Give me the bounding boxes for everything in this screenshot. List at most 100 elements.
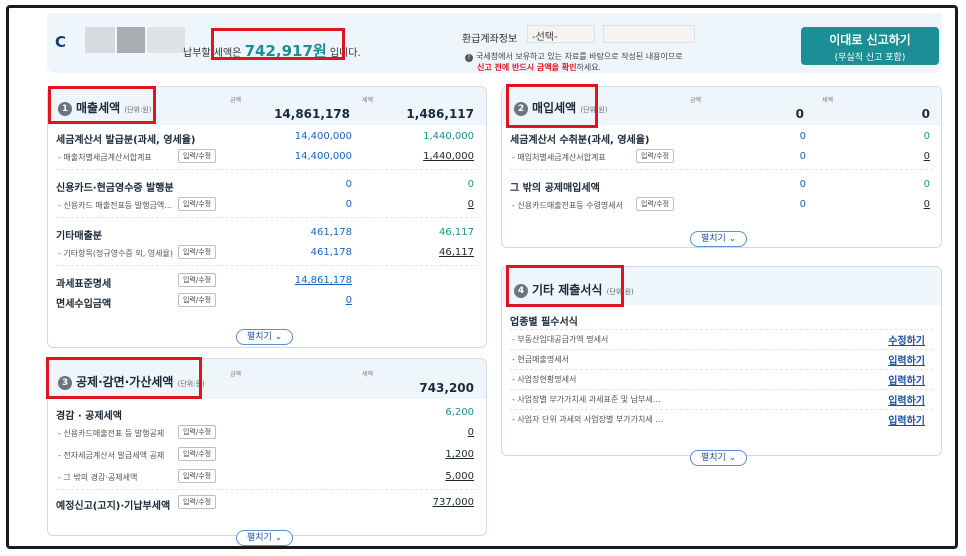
list-item: - 부동산임대공급가액 명세서 수정하기 <box>510 331 933 347</box>
form-input-link[interactable]: 입력하기 <box>888 412 925 427</box>
section-row: 업종별 필수서식 <box>510 311 933 328</box>
form-label: - 부동산임대공급가액 명세서 <box>512 335 609 344</box>
row-tax-link[interactable]: 46,117 <box>374 247 474 258</box>
edit-button[interactable]: 입력/수정 <box>178 425 217 439</box>
row-label: 세금계산서 수취분(과세, 영세율) <box>510 135 650 146</box>
row-amount-link[interactable]: 0 <box>252 295 352 306</box>
sales-total-amount: 14,861,178 <box>274 107 350 121</box>
chevron-down-icon: ⌄ <box>274 332 283 342</box>
list-item: - 사업자 단위 과세의 사업장별 부가가치세 … 입력하기 <box>510 411 933 427</box>
row-amount-link[interactable]: 14,861,178 <box>252 275 352 286</box>
row-tax-link[interactable]: 0 <box>374 199 474 210</box>
row-amount: 0 <box>345 179 352 190</box>
row-amount: 0 <box>799 179 806 190</box>
row-amount: 0 <box>799 131 806 142</box>
expand-button[interactable]: 펼치기 ⌄ <box>690 450 748 466</box>
form-input-link[interactable]: 입력하기 <box>888 372 925 387</box>
summary-bar: C 납부할 세액은 742,917원 입니다. 환급계좌정보 -선택- ! 국세청… <box>47 13 942 73</box>
purchase-tax-panel: 2 매입세액 (단위:원) 금액 세액 0 0 세금계산서 수취분(과세, 영세율… <box>501 84 942 248</box>
row-tax-link[interactable]: 0 <box>830 151 930 162</box>
info-icon: ! <box>465 54 473 62</box>
divider <box>56 265 478 266</box>
expand-button[interactable]: 펼치기 ⌄ <box>236 329 294 345</box>
table-row: 예정신고(고지)·기납부세액 입력/수정 737,000 <box>56 495 478 512</box>
row-label: - 그 밖의 경감·공제세액 <box>58 473 138 482</box>
divider <box>510 389 933 390</box>
edit-button[interactable]: 입력/수정 <box>178 197 217 211</box>
chevron-down-icon: ⌄ <box>728 453 737 463</box>
form-label: - 사업장별 부가가치세 과세표준 및 납부세… <box>512 395 661 404</box>
form-input-link[interactable]: 입력하기 <box>888 352 925 367</box>
row-tax-link[interactable]: 5,000 <box>374 471 474 482</box>
row-amount: 14,400,000 <box>294 131 352 142</box>
edit-button[interactable]: 입력/수정 <box>178 495 217 509</box>
refund-account-select[interactable]: -선택- <box>527 25 595 43</box>
deduction-total-tax: 743,200 <box>419 381 474 395</box>
table-row: 그 밖의 공제매입세액 0 0 <box>510 177 933 194</box>
row-label: 신용카드·현금영수증 발행분 <box>56 183 174 194</box>
row-tax-link[interactable]: 1,200 <box>374 449 474 460</box>
highlight-box <box>211 28 345 60</box>
deduction-panel: 3 공제·감면·가산세액 (단위:원) 금액 세액 743,200 경감 · 공제… <box>46 357 487 546</box>
expand-label: 펼치기 <box>701 234 726 244</box>
divider <box>510 349 933 350</box>
tax-caption: 세액 <box>362 97 374 104</box>
file-report-sublabel: (무실적 신고 포함) <box>834 53 906 63</box>
row-amount: 461,178 <box>310 247 352 258</box>
row-amount: 14,400,000 <box>294 151 352 162</box>
row-amount: 0 <box>799 199 806 210</box>
divider <box>510 369 933 370</box>
edit-button[interactable]: 입력/수정 <box>178 447 217 461</box>
divider <box>56 489 478 490</box>
amount-caption: 금액 <box>690 97 702 104</box>
expand-button[interactable]: 펼치기 ⌄ <box>690 231 748 247</box>
row-tax-link[interactable]: 737,000 <box>374 497 474 508</box>
row-label: 세금계산서 발급분(과세, 영세율) <box>56 135 196 146</box>
edit-button[interactable]: 입력/수정 <box>636 149 675 163</box>
form-edit-link[interactable]: 수정하기 <box>888 332 925 347</box>
edit-button[interactable]: 입력/수정 <box>178 293 217 307</box>
table-row: - 신용카드매출전표 등 발행공제 입력/수정 0 <box>56 425 478 441</box>
row-tax-link[interactable]: 0 <box>374 427 474 438</box>
tax-caption: 세액 <box>362 371 374 378</box>
form-label: - 현금매출명세서 <box>512 355 569 364</box>
row-label: - 신용카드매출전표등 수령명세서 <box>512 201 624 210</box>
purchase-total-amount: 0 <box>795 107 804 121</box>
row-tax-link[interactable]: 0 <box>830 199 930 210</box>
highlight-box <box>48 86 156 124</box>
highlight-box <box>506 84 598 128</box>
company-logo: C <box>55 33 67 51</box>
edit-button[interactable]: 입력/수정 <box>178 273 217 287</box>
table-row: - 신용카드매출전표등 수령명세서 입력/수정 0 0 <box>510 197 933 213</box>
refund-account-label: 환급계좌정보 <box>462 34 518 45</box>
expand-label: 펼치기 <box>247 332 272 342</box>
purchase-total-tax: 0 <box>921 107 930 121</box>
expand-button[interactable]: 펼치기 ⌄ <box>236 530 294 546</box>
edit-button[interactable]: 입력/수정 <box>178 149 217 163</box>
chevron-down-icon: ⌄ <box>274 533 283 543</box>
table-row: - 그 밖의 경감·공제세액 입력/수정 5,000 <box>56 469 478 485</box>
table-row: - 신용카드 매출전표등 발행금액… 입력/수정 0 0 <box>56 197 478 213</box>
edit-button[interactable]: 입력/수정 <box>636 197 675 211</box>
row-label: - 신용카드 매출전표등 발행금액… <box>58 201 173 210</box>
file-report-button[interactable]: 이대로 신고하기 (무실적 신고 포함) <box>801 27 939 65</box>
edit-button[interactable]: 입력/수정 <box>178 245 217 259</box>
refund-account-input[interactable] <box>603 25 695 43</box>
form-input-link[interactable]: 입력하기 <box>888 392 925 407</box>
sales-total-tax: 1,486,117 <box>406 107 474 121</box>
table-row: 기타매출분 461,178 46,117 <box>56 225 478 242</box>
table-row: 과세표준명세 입력/수정 14,861,178 <box>56 273 478 290</box>
list-item: - 현금매출명세서 입력하기 <box>510 351 933 367</box>
divider <box>56 169 478 170</box>
edit-button[interactable]: 입력/수정 <box>178 469 217 483</box>
list-item: - 사업장별 부가가치세 과세표준 및 납부세… 입력하기 <box>510 391 933 407</box>
table-row: 경감 · 공제세액 6,200 <box>56 405 478 422</box>
redacted-block <box>147 27 185 53</box>
app-frame: C 납부할 세액은 742,917원 입니다. 환급계좌정보 -선택- ! 국세청… <box>6 5 958 549</box>
row-tax: 0 <box>923 131 930 142</box>
table-row: - 매입처별세금계산서합계표 입력/수정 0 0 <box>510 149 933 165</box>
row-tax-link[interactable]: 1,440,000 <box>374 151 474 162</box>
redacted-block <box>85 27 115 53</box>
row-label: 과세표준명세 <box>56 279 112 290</box>
highlight-box <box>46 357 202 399</box>
